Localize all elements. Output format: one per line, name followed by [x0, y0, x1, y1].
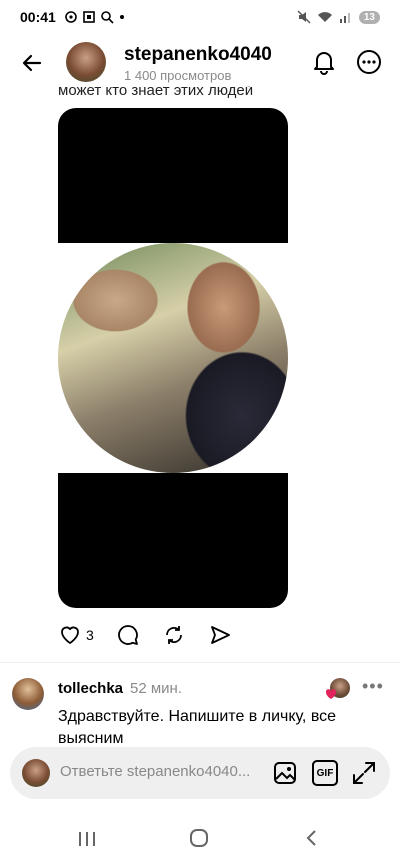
- username[interactable]: stepanenko4040: [124, 44, 272, 66]
- comment-avatar[interactable]: [12, 678, 44, 710]
- signal-icon: [339, 13, 350, 23]
- views-count: 1 400 просмотров: [124, 68, 232, 83]
- reply-input[interactable]: [60, 763, 260, 780]
- post-photo[interactable]: [58, 243, 288, 473]
- status-bar: 00:41 13: [0, 0, 400, 34]
- search-icon: [101, 11, 114, 24]
- home-icon[interactable]: [189, 828, 209, 848]
- nav-back-icon[interactable]: [302, 828, 322, 848]
- scan-icon: [83, 11, 95, 23]
- bell-icon[interactable]: [310, 48, 338, 76]
- post-actions: 3: [58, 620, 232, 650]
- threads-icon: [65, 11, 77, 23]
- comment: tollechka 52 мин. Здравствуйте. Напишите…: [0, 672, 400, 752]
- repost-icon[interactable]: [162, 623, 186, 647]
- battery-badge: 13: [358, 10, 380, 24]
- heart-icon: [325, 689, 337, 699]
- divider: [0, 662, 400, 663]
- status-left: 00:41: [20, 9, 126, 25]
- arrow-left-icon[interactable]: [20, 51, 44, 75]
- comment-icon[interactable]: [116, 623, 140, 647]
- comment-time: 52 мин.: [130, 680, 182, 697]
- send-icon[interactable]: [208, 623, 232, 647]
- system-nav-bar: [0, 812, 400, 866]
- more-icon[interactable]: [355, 48, 383, 76]
- recents-icon[interactable]: [76, 830, 98, 848]
- comment-text: Здравствуйте. Напишите в личку, все выяс…: [58, 708, 337, 747]
- header: stepanenko4040 1 400 просмотров: [0, 34, 400, 92]
- comment-username[interactable]: tollechka: [58, 680, 123, 697]
- clock: 00:41: [20, 9, 56, 25]
- story-card[interactable]: [58, 108, 288, 608]
- avatar[interactable]: [66, 42, 106, 82]
- status-right: 13: [297, 10, 380, 24]
- notification-icons: [64, 10, 126, 24]
- like-count: 3: [86, 627, 94, 643]
- image-icon[interactable]: [272, 760, 298, 786]
- reply-bar: GIF: [10, 747, 390, 799]
- expand-icon[interactable]: [351, 760, 377, 786]
- photo-band: [58, 243, 288, 473]
- post-caption: может кто знает этих людей: [58, 86, 254, 98]
- heart-icon[interactable]: [58, 623, 82, 647]
- mute-icon: [297, 10, 311, 24]
- reply-avatar: [22, 759, 50, 787]
- gif-button[interactable]: GIF: [312, 760, 338, 786]
- dot-icon: [119, 15, 124, 19]
- comment-more-button[interactable]: •••: [362, 676, 384, 697]
- wifi-icon: [317, 12, 332, 22]
